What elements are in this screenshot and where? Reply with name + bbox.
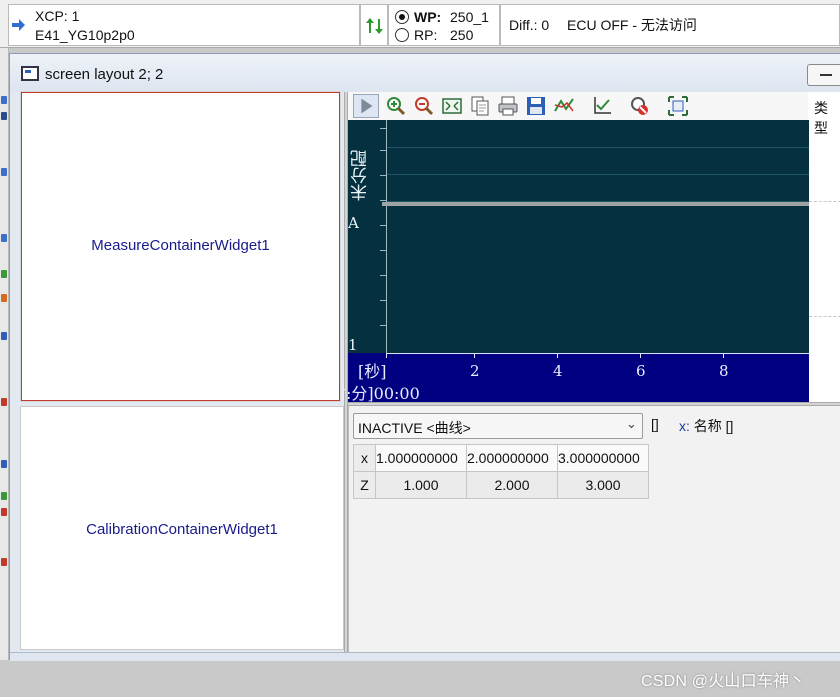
x-axis-name: x: 名称 [] [679, 416, 733, 436]
x-axis-line [386, 353, 809, 354]
x-unit-label: [秒] [358, 362, 387, 381]
minimize-button[interactable] [807, 64, 840, 86]
x-tick-label: 4 [553, 362, 563, 380]
type-column-label: 类型 [814, 100, 828, 136]
dashed-guide [809, 316, 840, 317]
curve-select[interactable]: INACTIVE <曲线> ⌄ [353, 413, 643, 439]
graph-toolbar [348, 92, 808, 120]
play-icon[interactable] [353, 94, 379, 118]
rp-value: 250 [450, 27, 474, 43]
curve-table: x 1.000000000 2.000000000 3.000000000 Z … [353, 444, 649, 499]
rp-label: RP: [414, 27, 438, 43]
chevron-down-icon: ⌄ [626, 416, 637, 431]
fit-view-icon[interactable] [441, 95, 463, 117]
measure-widget-label: MeasureContainerWidget1 [91, 237, 270, 254]
grid-line [387, 174, 809, 175]
calibration-container-widget[interactable]: CalibrationContainerWidget1 [20, 406, 344, 650]
wp-value: 250_1 [450, 9, 489, 25]
x-tick-label: 2 [470, 362, 480, 380]
z-value-cell[interactable]: 2.000 [466, 471, 558, 499]
oscilloscope-plot[interactable]: 未分配 A 1 2 4 6 8 [秒]:分]00:00 [342, 120, 809, 403]
ecu-status-cell: Diff.: 0 ECU OFF - 无法访问 [500, 4, 840, 46]
x-time-text: 时:分]00:00 [342, 384, 420, 403]
tool-icon[interactable] [1, 270, 7, 278]
tool-icon[interactable] [1, 558, 7, 566]
copy-icon[interactable] [469, 95, 491, 117]
axis-settings-icon[interactable] [591, 95, 613, 117]
x-value-cell[interactable]: 3.000000000 [557, 444, 649, 472]
measure-container-widget[interactable]: MeasureContainerWidget1 [20, 91, 341, 402]
row-header-z: Z [353, 471, 376, 499]
dashed-guide [809, 201, 840, 202]
x-value-cell[interactable]: 2.000000000 [466, 444, 558, 472]
window-title-bar[interactable]: screen layout 2; 2 [10, 54, 840, 92]
graph-window: 类型 未分配 A 1 2 4 6 8 [秒]:分]00:00 [342, 92, 840, 403]
y-axis-line [386, 120, 387, 353]
x-value-cell[interactable]: 1.000000000 [375, 444, 467, 472]
zoom-out-icon[interactable] [413, 95, 435, 117]
tool-icon[interactable] [1, 460, 7, 468]
watermark: CSDN @火山口车神丶 [641, 673, 806, 690]
tool-icon[interactable] [1, 508, 7, 516]
zoom-in-icon[interactable] [385, 95, 407, 117]
curve-select-value: INACTIVE <曲线> [358, 420, 471, 436]
x-time-label: 时:分]00:00 [342, 380, 438, 404]
save-icon[interactable] [525, 95, 547, 117]
screen-layout-window: screen layout 2; 2 MeasureContainerWidge… [9, 53, 840, 661]
diff-count: Diff.: 0 [509, 17, 550, 33]
y-min-label: 1 [348, 336, 358, 354]
layout-icon[interactable] [667, 95, 689, 117]
grid-line [387, 147, 809, 148]
xcp-connection-cell[interactable]: XCP: 1 E41_YG10p2p0 [8, 4, 360, 46]
ecu-status-text: ECU OFF - 无法访问 [567, 17, 697, 33]
table-row-z: Z 1.000 2.000 3.000 [353, 471, 649, 499]
tool-icon[interactable] [1, 96, 7, 104]
y-axis-label: 未分配 [351, 150, 371, 202]
z-value-cell[interactable]: 1.000 [375, 471, 467, 499]
x-tick-label: 8 [719, 362, 729, 380]
project-name: E41_YG10p2p0 [35, 27, 135, 43]
curve-unit: [] [651, 416, 659, 432]
signal-trace[interactable] [382, 202, 809, 206]
calibration-widget-label: CalibrationContainerWidget1 [86, 521, 278, 538]
tool-icon[interactable] [1, 398, 7, 406]
print-icon[interactable] [497, 95, 519, 117]
remove-signal-icon[interactable] [629, 95, 651, 117]
tool-icon[interactable] [1, 168, 7, 176]
tool-icon[interactable] [1, 332, 7, 340]
curve-editor: INACTIVE <曲线> ⌄ [] x: 名称 [] x 1.00000000… [348, 406, 840, 652]
tool-icon[interactable] [1, 492, 7, 500]
page-selector: WP: 250_1 RP: 250 [388, 4, 500, 46]
y-unit-label: A [348, 214, 359, 232]
table-row-x: x 1.000000000 2.000000000 3.000000000 [353, 444, 649, 472]
tool-icon[interactable] [1, 234, 7, 242]
z-value-cell[interactable]: 3.000 [557, 471, 649, 499]
tool-icon[interactable] [1, 112, 7, 120]
row-header-x: x [353, 444, 376, 472]
window-bottom-border [10, 652, 840, 661]
left-toolbar [0, 48, 9, 660]
wp-radio[interactable] [395, 10, 409, 24]
x-tick-label: 6 [636, 362, 646, 380]
x-axis-name-text: 名称 [] [693, 418, 734, 434]
window-icon [21, 66, 39, 81]
rp-radio[interactable] [395, 28, 409, 42]
page-switch-button[interactable] [360, 4, 388, 46]
curve-settings-icon[interactable] [553, 95, 575, 117]
swap-page-icon [366, 18, 383, 34]
x-axis-key: x: [679, 418, 690, 434]
y-axis: 未分配 A 1 [348, 120, 386, 354]
wp-label: WP: [414, 9, 442, 25]
connection-arrow-icon [12, 19, 25, 31]
status-bar: XCP: 1 E41_YG10p2p0 WP: 250_1 RP: 250 Di… [0, 0, 840, 48]
tool-icon[interactable] [1, 294, 7, 302]
xcp-label: XCP: 1 [35, 8, 80, 24]
window-title: screen layout 2; 2 [45, 66, 164, 83]
